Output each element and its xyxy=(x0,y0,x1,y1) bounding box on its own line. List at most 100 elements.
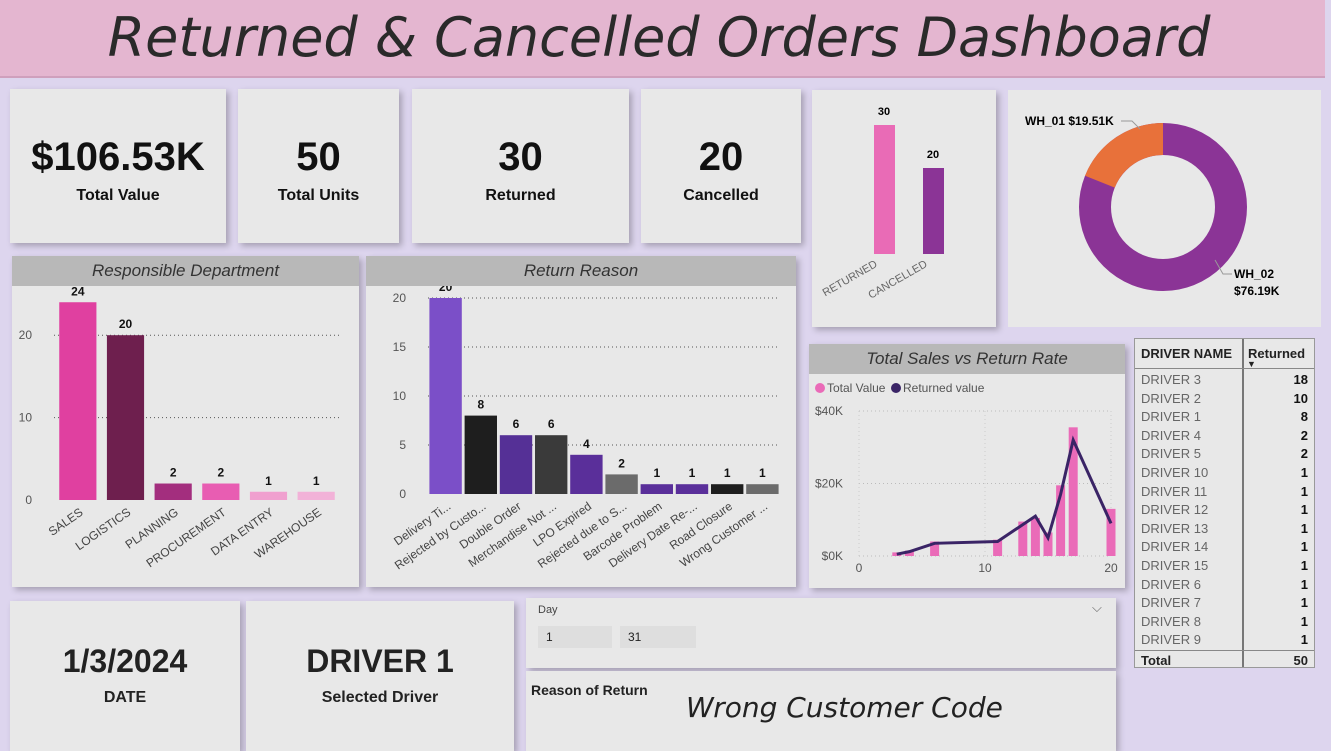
return-reason-chart[interactable]: Return Reason 0 5 10 15 20 20 Delivery Ti... 8 R… xyxy=(366,256,796,587)
driver-returned: 1 xyxy=(1300,576,1308,592)
table-row[interactable]: DRIVER 6 1 xyxy=(1135,577,1314,596)
driver-returned: 1 xyxy=(1300,558,1308,573)
data-label: 1 xyxy=(689,466,696,480)
bar[interactable] xyxy=(605,474,638,494)
driver-returned: 1 xyxy=(1300,502,1308,518)
dashboard-title: Returned & Cancelled Orders Dashboard xyxy=(107,6,1211,69)
label-wh02-value: $76.19K xyxy=(1234,284,1280,298)
kpi-total-units[interactable]: 50 Total Units xyxy=(238,89,399,243)
col-returned[interactable]: Returned xyxy=(1248,346,1305,361)
legend-marker[interactable] xyxy=(815,383,825,393)
kpi-value: 50 xyxy=(296,135,341,179)
kpi-label: Cancelled xyxy=(683,187,759,204)
table-row[interactable]: DRIVER 13 1 xyxy=(1135,521,1314,540)
responsible-department-chart[interactable]: Responsible Department 0 10 20 24 SALES 20 LOG… xyxy=(12,256,359,587)
kpi-label: Total Value xyxy=(76,187,160,204)
y-tick-label: $20K xyxy=(815,477,843,491)
bar[interactable] xyxy=(535,435,568,494)
legend-label[interactable]: Returned value xyxy=(903,381,985,395)
reason-card: Reason of Return Wrong Customer Code xyxy=(526,671,1116,751)
table-row[interactable]: DRIVER 10 1 xyxy=(1135,465,1314,484)
data-label: 24 xyxy=(71,286,85,298)
table-row[interactable]: DRIVER 12 1 xyxy=(1135,502,1314,521)
driver-name: DRIVER 4 xyxy=(1141,427,1201,443)
driver-name: DRIVER 2 xyxy=(1141,390,1201,406)
driver-returned: 1 xyxy=(1300,520,1308,536)
table-row[interactable]: DRIVER 15 1 xyxy=(1135,558,1314,577)
drivers-table[interactable]: DRIVER NAME Returned ▼ DRIVER 3 18 DRIVER … xyxy=(1134,338,1315,668)
selected-driver-value: DRIVER 1 xyxy=(306,643,454,679)
table-row[interactable]: DRIVER 5 2 xyxy=(1135,446,1314,465)
line-series[interactable] xyxy=(896,435,1113,556)
day-slicer[interactable]: Day ⌵ 1 31 xyxy=(526,598,1116,668)
bar[interactable] xyxy=(464,415,497,494)
kpi-value: $106.53K xyxy=(31,135,205,179)
driver-returned: 1 xyxy=(1300,465,1308,480)
label-wh01-value: $19.51K xyxy=(1068,114,1114,128)
bar[interactable] xyxy=(202,483,240,500)
col-driver-name[interactable]: DRIVER NAME xyxy=(1141,346,1232,361)
data-label-returned: 30 xyxy=(878,106,890,118)
kpi-cancelled[interactable]: 20 Cancelled xyxy=(641,89,801,243)
bar[interactable] xyxy=(154,483,192,500)
bar[interactable] xyxy=(429,298,462,494)
bar[interactable] xyxy=(746,484,779,494)
bar[interactable] xyxy=(711,484,744,494)
x-tick-label: SALES xyxy=(46,505,86,539)
day-to-input[interactable]: 31 xyxy=(620,626,696,648)
table-row[interactable]: DRIVER 11 1 xyxy=(1135,484,1314,503)
bar[interactable] xyxy=(249,491,288,500)
kpi-value: 30 xyxy=(498,135,543,179)
chevron-down-icon[interactable]: ⌵ xyxy=(1092,600,1102,616)
sort-desc-icon[interactable]: ▼ xyxy=(1247,359,1256,369)
bar[interactable] xyxy=(499,435,533,494)
bar[interactable] xyxy=(59,302,97,500)
warehouse-donut-card[interactable]: WH_01 $19.51K WH_02 $76.19K xyxy=(1008,90,1321,327)
bar[interactable] xyxy=(640,484,673,494)
driver-name: DRIVER 13 xyxy=(1141,520,1209,536)
data-label-cancelled: 20 xyxy=(927,149,939,161)
donut-slice-wh01[interactable] xyxy=(1085,123,1164,189)
table-row[interactable]: DRIVER 14 1 xyxy=(1135,539,1314,558)
kpi-returned[interactable]: 30 Returned xyxy=(412,89,629,243)
label-wh02-name: WH_02 xyxy=(1234,267,1274,281)
driver-name: DRIVER 6 xyxy=(1141,576,1201,592)
return-reason-svg: 0510152020Delivery Ti...8Rejected by Cus… xyxy=(391,286,780,572)
table-row[interactable]: DRIVER 2 10 xyxy=(1135,391,1314,410)
returned-cancelled-chart[interactable]: 30 20 RETURNED CANCELLED xyxy=(812,90,996,327)
kpi-total-value[interactable]: $106.53K Total Value xyxy=(10,89,226,243)
driver-name: DRIVER 7 xyxy=(1141,595,1201,611)
kpi-label: Total Units xyxy=(277,187,360,204)
day-from-input[interactable]: 1 xyxy=(538,626,612,648)
y-tick-label: $40K xyxy=(815,404,843,418)
date-value: 1/3/2024 xyxy=(62,643,188,679)
x-tick-label: 0 xyxy=(856,561,863,575)
selected-driver-label: Selected Driver xyxy=(321,689,439,706)
bar-cancelled[interactable] xyxy=(923,168,944,254)
driver-name: DRIVER 10 xyxy=(1141,465,1209,480)
data-label: 4 xyxy=(583,437,590,451)
bar[interactable] xyxy=(297,491,335,500)
bar-returned[interactable] xyxy=(874,125,895,254)
legend-marker[interactable] xyxy=(891,383,901,393)
legend-label[interactable]: Total Value xyxy=(827,381,886,395)
table-row[interactable]: DRIVER 9 1 xyxy=(1135,632,1314,651)
bar[interactable] xyxy=(106,335,145,500)
driver-returned: 2 xyxy=(1300,427,1308,443)
driver-name: DRIVER 1 xyxy=(1141,409,1201,425)
table-row[interactable]: DRIVER 8 1 xyxy=(1135,614,1314,633)
reason-value: Wrong Customer Code xyxy=(686,691,1003,724)
data-label: 1 xyxy=(265,474,272,488)
driver-name: DRIVER 9 xyxy=(1141,632,1201,648)
chart-title: Return Reason xyxy=(366,256,796,286)
table-row[interactable]: DRIVER 3 18 xyxy=(1135,372,1314,391)
y-tick-label: 5 xyxy=(399,438,406,452)
data-label: 1 xyxy=(759,466,766,480)
bar[interactable] xyxy=(675,484,709,494)
table-row[interactable]: DRIVER 4 2 xyxy=(1135,428,1314,447)
driver-returned: 1 xyxy=(1300,539,1308,555)
sales-vs-return-chart[interactable]: Total Sales vs Return Rate Total Value Re… xyxy=(809,344,1125,588)
table-row[interactable]: DRIVER 7 1 xyxy=(1135,595,1314,614)
bar[interactable] xyxy=(570,454,603,494)
table-row[interactable]: DRIVER 1 8 xyxy=(1135,409,1314,428)
